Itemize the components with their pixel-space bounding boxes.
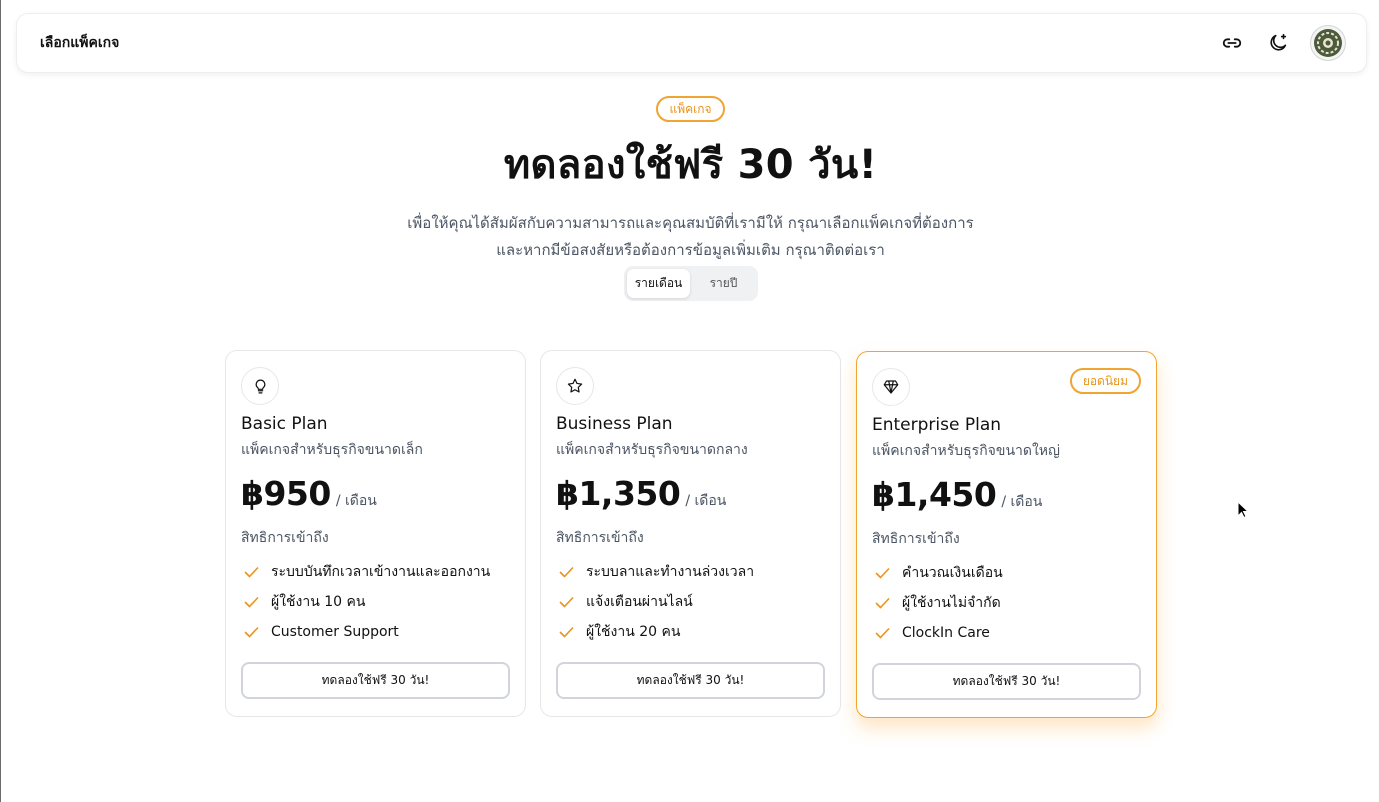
link-icon[interactable] [1216, 27, 1248, 59]
check-icon [241, 626, 263, 638]
check-icon [241, 566, 263, 578]
trial-button-enterprise[interactable]: ทดลองใช้ฟรี 30 วัน! [872, 663, 1141, 700]
feature-text: คำนวณเงินเดือน [902, 565, 1003, 581]
feature-list: ระบบบันทึกเวลาเข้างานและออกงาน ผู้ใช้งาน… [241, 557, 510, 647]
trial-button-business[interactable]: ทดลองใช้ฟรี 30 วัน! [556, 662, 825, 699]
hero-title: ทดลองใช้ฟรี 30 วัน! [503, 142, 878, 188]
plan-description: แพ็คเกจสำหรับธุรกิจขนาดกลาง [556, 442, 748, 458]
popular-badge: ยอดนิยม [1069, 368, 1141, 394]
price-row: ฿950 / เดือน [241, 474, 510, 513]
feature-text: แจ้งเตือนผ่านไลน์ [586, 594, 693, 610]
plan-price: ฿950 [241, 474, 331, 513]
check-icon [241, 596, 263, 608]
trial-button-basic[interactable]: ทดลองใช้ฟรี 30 วัน! [241, 662, 510, 699]
feature-item: คำนวณเงินเดือน [872, 558, 1141, 588]
page-title: เลือกแพ็คเกจ [40, 35, 120, 51]
plan-period: / เดือน [335, 493, 377, 509]
hero-subtitle-line2: และหากมีข้อสงสัยหรือต้องการข้อมูลเพิ่มเต… [496, 241, 885, 259]
plan-card-business: Business Plan แพ็คเกจสำหรับธุรกิจขนาดกลา… [540, 350, 841, 717]
hero-section: แพ็คเกจ ทดลองใช้ฟรี 30 วัน! เพื่อให้คุณไ… [1, 96, 1379, 264]
plan-name: Enterprise Plan [872, 415, 1002, 435]
plan-card-basic: Basic Plan แพ็คเกจสำหรับธุรกิจขนาดเล็ก ฿… [225, 350, 526, 717]
plan-period: / เดือน [685, 493, 727, 509]
access-label: สิทธิการเข้าถึง [241, 530, 329, 546]
star-icon [556, 367, 594, 405]
access-label: สิทธิการเข้าถึง [872, 531, 960, 547]
plan-price: ฿1,450 [872, 475, 997, 514]
price-row: ฿1,350 / เดือน [556, 474, 825, 513]
feature-text: ระบบบันทึกเวลาเข้างานและออกงาน [271, 564, 491, 580]
plan-description: แพ็คเกจสำหรับธุรกิจขนาดเล็ก [241, 442, 423, 458]
plan-name: Basic Plan [241, 414, 328, 434]
feature-item: ผู้ใช้งาน 20 คน [556, 617, 825, 647]
feature-item: ระบบบันทึกเวลาเข้างานและออกงาน [241, 557, 510, 587]
plan-description: แพ็คเกจสำหรับธุรกิจขนาดใหญ่ [872, 443, 1060, 459]
billing-toggle: รายเดือน รายปี [624, 266, 758, 301]
toggle-monthly[interactable]: รายเดือน [627, 269, 690, 298]
price-row: ฿1,450 / เดือน [872, 475, 1141, 514]
feature-item: ผู้ใช้งานไม่จำกัด [872, 588, 1141, 618]
feature-item: Customer Support [241, 617, 510, 647]
check-icon [872, 597, 894, 609]
feature-item: ผู้ใช้งาน 10 คน [241, 587, 510, 617]
feature-list: คำนวณเงินเดือน ผู้ใช้งานไม่จำกัด ClockIn… [872, 558, 1141, 648]
avatar[interactable] [1310, 25, 1346, 61]
plan-price: ฿1,350 [556, 474, 681, 513]
plan-name: Business Plan [556, 414, 673, 434]
hero-subtitle: เพื่อให้คุณได้สัมผัสกับความสามารถและคุณส… [1, 210, 1379, 264]
feature-item: ClockIn Care [872, 618, 1141, 648]
feature-text: ระบบลาและทำงานล่วงเวลา [586, 564, 755, 580]
toggle-yearly[interactable]: รายปี [692, 269, 755, 298]
moon-star-icon[interactable] [1262, 27, 1294, 59]
diamond-icon [872, 368, 910, 406]
check-icon [556, 566, 578, 578]
access-label: สิทธิการเข้าถึง [556, 530, 644, 546]
feature-text: ClockIn Care [902, 625, 990, 641]
feature-item: แจ้งเตือนผ่านไลน์ [556, 587, 825, 617]
hero-subtitle-line1: เพื่อให้คุณได้สัมผัสกับความสามารถและคุณส… [407, 214, 974, 232]
check-icon [556, 596, 578, 608]
feature-item: ระบบลาและทำงานล่วงเวลา [556, 557, 825, 587]
plan-period: / เดือน [1001, 494, 1043, 510]
lightbulb-icon [241, 367, 279, 405]
feature-text: Customer Support [271, 624, 399, 640]
feature-text: ผู้ใช้งานไม่จำกัด [902, 595, 1001, 611]
check-icon [556, 626, 578, 638]
check-icon [872, 567, 894, 579]
feature-text: ผู้ใช้งาน 20 คน [586, 624, 681, 640]
check-icon [872, 627, 894, 639]
feature-text: ผู้ใช้งาน 10 คน [271, 594, 366, 610]
plan-card-enterprise: ยอดนิยม Enterprise Plan แพ็คเกจสำหรับธุร… [856, 351, 1157, 718]
mouse-cursor-icon [1237, 500, 1250, 523]
top-bar: เลือกแพ็คเกจ [16, 13, 1367, 73]
feature-list: ระบบลาและทำงานล่วงเวลา แจ้งเตือนผ่านไลน์… [556, 557, 825, 647]
section-pill: แพ็คเกจ [656, 96, 725, 122]
header-actions [1216, 25, 1346, 61]
